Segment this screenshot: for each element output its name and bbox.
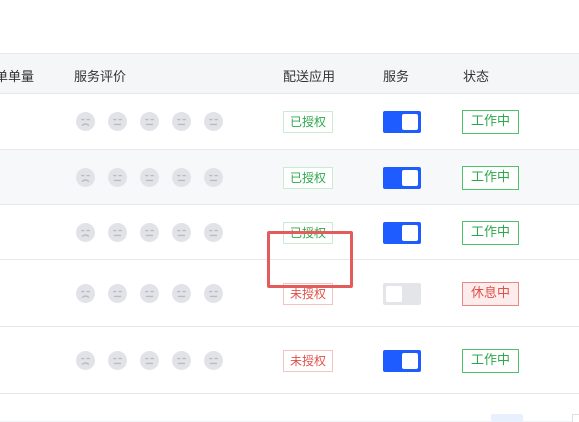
service-toggle[interactable] (383, 111, 421, 133)
neutral-face-icon[interactable] (108, 222, 127, 242)
toggle-knob (402, 169, 418, 186)
sad-face-icon[interactable] (76, 283, 95, 303)
service-toggle[interactable] (383, 221, 421, 244)
table-row: 已授权 工作中 (0, 150, 579, 205)
rating-faces (76, 283, 223, 303)
toggle-knob (402, 114, 418, 130)
highlight-box (267, 231, 353, 288)
neutral-face-icon[interactable] (108, 283, 127, 303)
delivery-auth-tag[interactable]: 未授权 (283, 349, 334, 372)
toggle-knob (402, 224, 418, 241)
neutral-face-icon[interactable] (172, 283, 191, 303)
table-row: 未授权 工作中 (0, 327, 579, 394)
rating-faces (76, 222, 223, 242)
table-row: 已授权 工作中 (0, 94, 579, 150)
neutral-face-icon[interactable] (140, 283, 159, 303)
neutral-face-icon[interactable] (140, 167, 159, 187)
toggle-knob (386, 285, 402, 302)
service-toggle[interactable] (383, 166, 421, 189)
neutral-face-icon[interactable] (140, 350, 159, 370)
neutral-face-icon[interactable] (204, 112, 223, 131)
header-service: 服务 (383, 70, 410, 85)
sad-face-icon[interactable] (76, 112, 95, 131)
sad-face-icon[interactable] (76, 167, 95, 187)
sad-face-icon[interactable] (76, 222, 95, 242)
neutral-face-icon[interactable] (172, 222, 191, 242)
neutral-face-icon[interactable] (172, 350, 191, 370)
status-badge: 工作中 (462, 220, 520, 245)
neutral-face-icon[interactable] (140, 222, 159, 242)
toggle-knob (402, 352, 418, 369)
status-badge: 工作中 (462, 348, 520, 373)
delivery-auth-tag[interactable]: 已授权 (283, 166, 334, 189)
header-delivery-app: 配送应用 (283, 70, 336, 85)
neutral-face-icon[interactable] (108, 167, 127, 187)
neutral-face-icon[interactable] (204, 283, 223, 303)
service-toggle[interactable] (383, 282, 421, 305)
table-header: 单单量 服务评价 配送应用 服务 状态 (0, 53, 579, 94)
header-order-count: 单单量 (0, 70, 35, 85)
neutral-face-icon[interactable] (204, 350, 223, 370)
neutral-face-icon[interactable] (204, 167, 223, 187)
rating-faces (76, 167, 223, 187)
neutral-face-icon[interactable] (172, 112, 191, 131)
rating-faces (76, 112, 223, 131)
neutral-face-icon[interactable] (108, 350, 127, 370)
delivery-auth-tag[interactable]: 已授权 (283, 111, 334, 133)
service-toggle[interactable] (383, 349, 421, 372)
header-status: 状态 (463, 70, 490, 85)
neutral-face-icon[interactable] (140, 112, 159, 131)
sad-face-icon[interactable] (76, 350, 95, 370)
status-badge: 工作中 (462, 110, 520, 134)
neutral-face-icon[interactable] (108, 112, 127, 131)
status-badge: 休息中 (462, 281, 520, 306)
neutral-face-icon[interactable] (172, 167, 191, 187)
rating-faces (76, 350, 223, 370)
neutral-face-icon[interactable] (204, 222, 223, 242)
top-bar (0, 0, 579, 32)
header-rating: 服务评价 (74, 70, 127, 85)
status-badge: 工作中 (462, 165, 520, 190)
